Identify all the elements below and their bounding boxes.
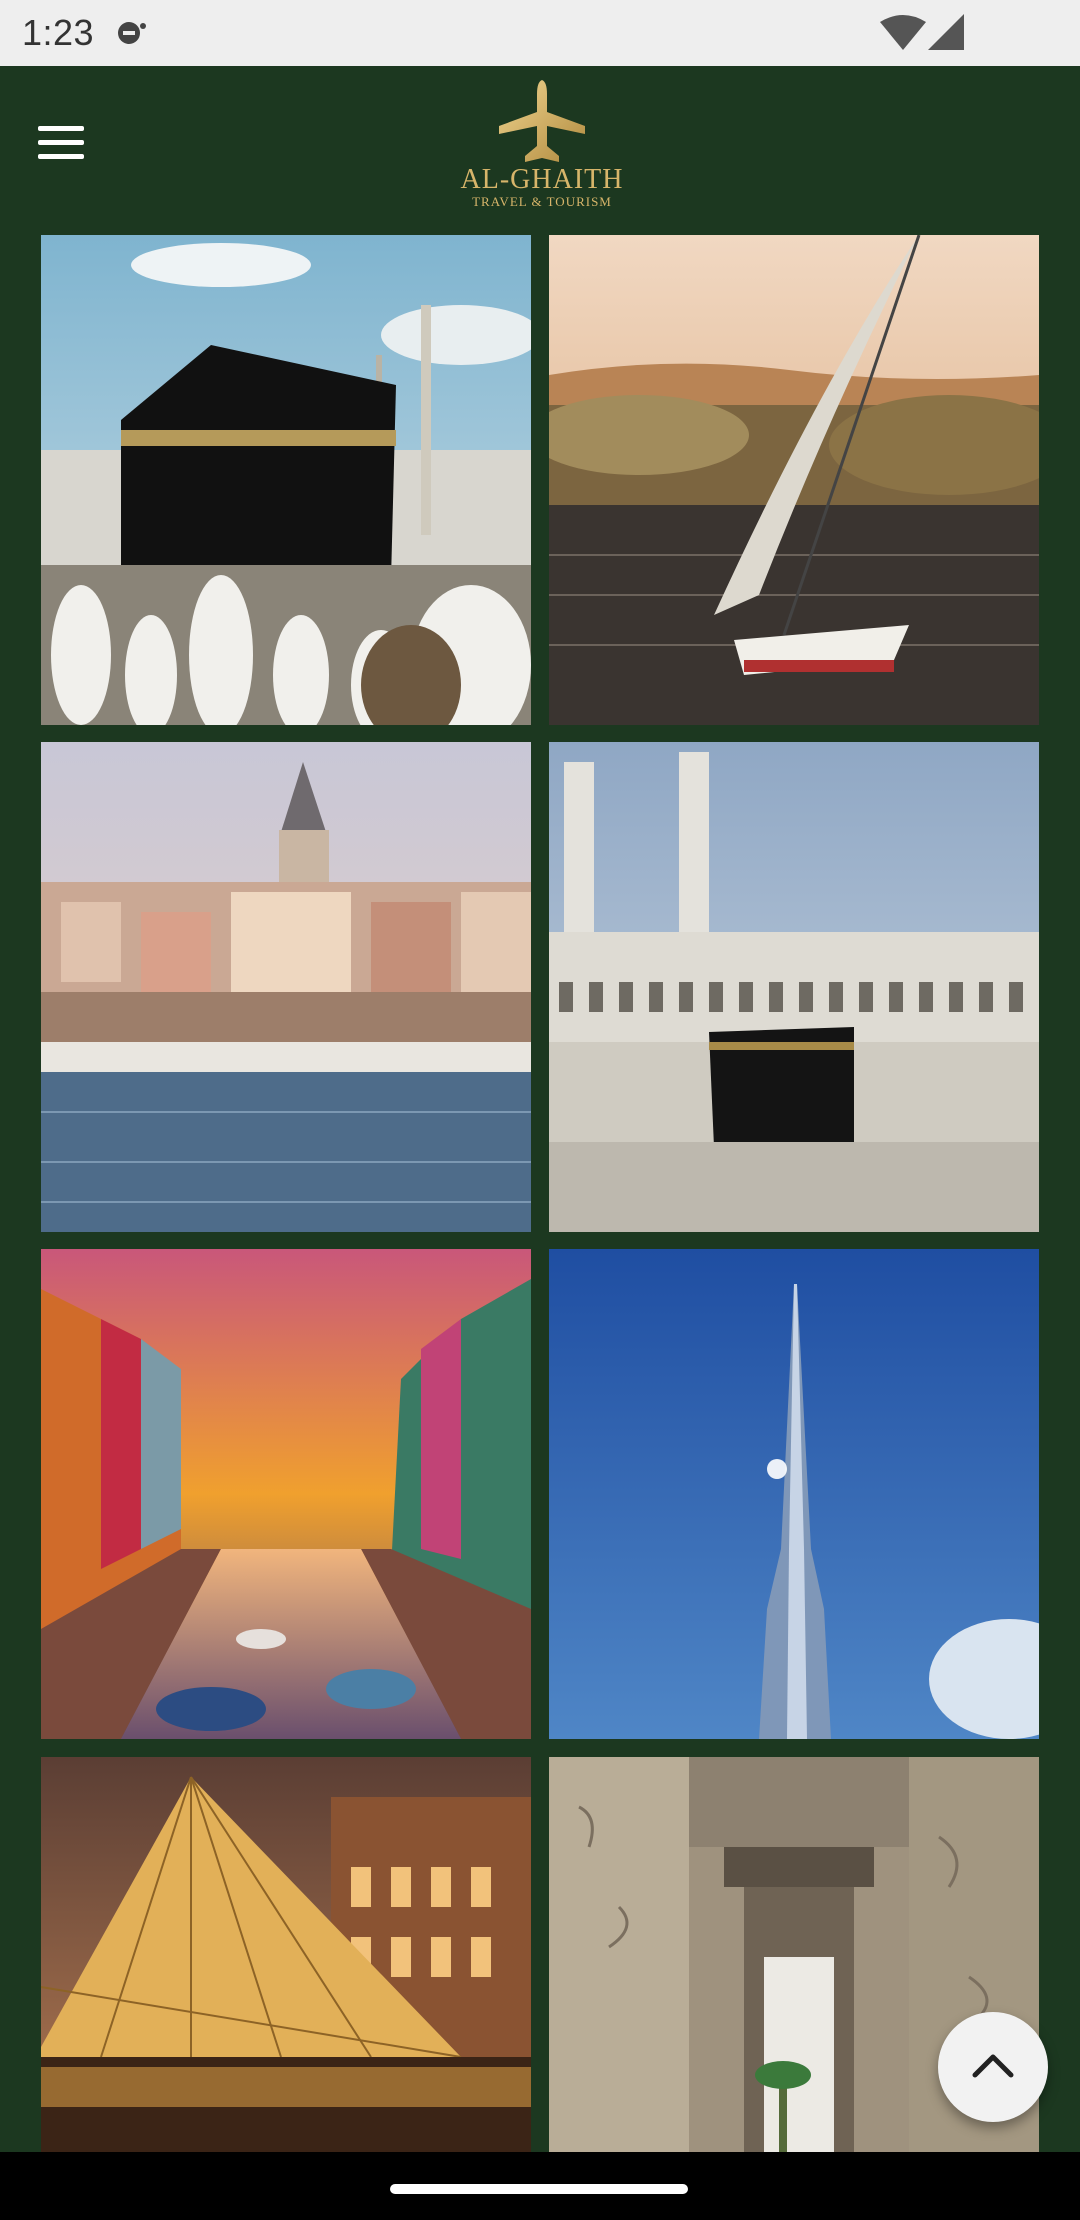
gallery-tile-kaaba[interactable] bbox=[41, 235, 531, 725]
status-time: 1:23 bbox=[22, 12, 95, 53]
burano-canal-image bbox=[41, 1249, 531, 1739]
airplane-icon bbox=[499, 80, 585, 162]
louvre-pyramid-image bbox=[41, 1757, 531, 2152]
gallery-tile-louvre[interactable] bbox=[41, 1757, 531, 2152]
home-gesture-handle[interactable] bbox=[390, 2184, 688, 2194]
app-bar: AL-GHAITH TRAVEL & TOURISM bbox=[0, 66, 1080, 230]
felucca-nile-image bbox=[549, 235, 1039, 725]
gallery-tile-haram[interactable] bbox=[549, 742, 1039, 1232]
brand-name: AL-GHAITH bbox=[460, 164, 624, 195]
hamburger-menu-icon[interactable] bbox=[38, 126, 86, 166]
burj-khalifa-image bbox=[549, 1249, 1039, 1739]
chevron-up-icon bbox=[972, 2054, 1014, 2078]
do-not-disturb-icon bbox=[118, 22, 146, 44]
gallery-tile-felucca[interactable] bbox=[549, 235, 1039, 725]
kaaba-image bbox=[41, 235, 531, 725]
cell-signal-icon bbox=[928, 14, 964, 50]
gallery-tile-burano[interactable] bbox=[41, 1249, 531, 1739]
system-navigation-bar bbox=[0, 2152, 1080, 2220]
wifi-icon bbox=[880, 15, 926, 50]
brand-tagline: TRAVEL & TOURISM bbox=[472, 194, 612, 209]
gallery-tile-burj[interactable] bbox=[549, 1249, 1039, 1739]
scroll-to-top-button[interactable] bbox=[938, 2012, 1048, 2122]
brand-logo: AL-GHAITH TRAVEL & TOURISM bbox=[452, 78, 632, 228]
masjid-al-haram-image bbox=[549, 742, 1039, 1232]
status-bar: 1:23 bbox=[0, 0, 1080, 66]
gallery-tile-istanbul[interactable] bbox=[41, 742, 531, 1232]
istanbul-galata-image bbox=[41, 742, 531, 1232]
